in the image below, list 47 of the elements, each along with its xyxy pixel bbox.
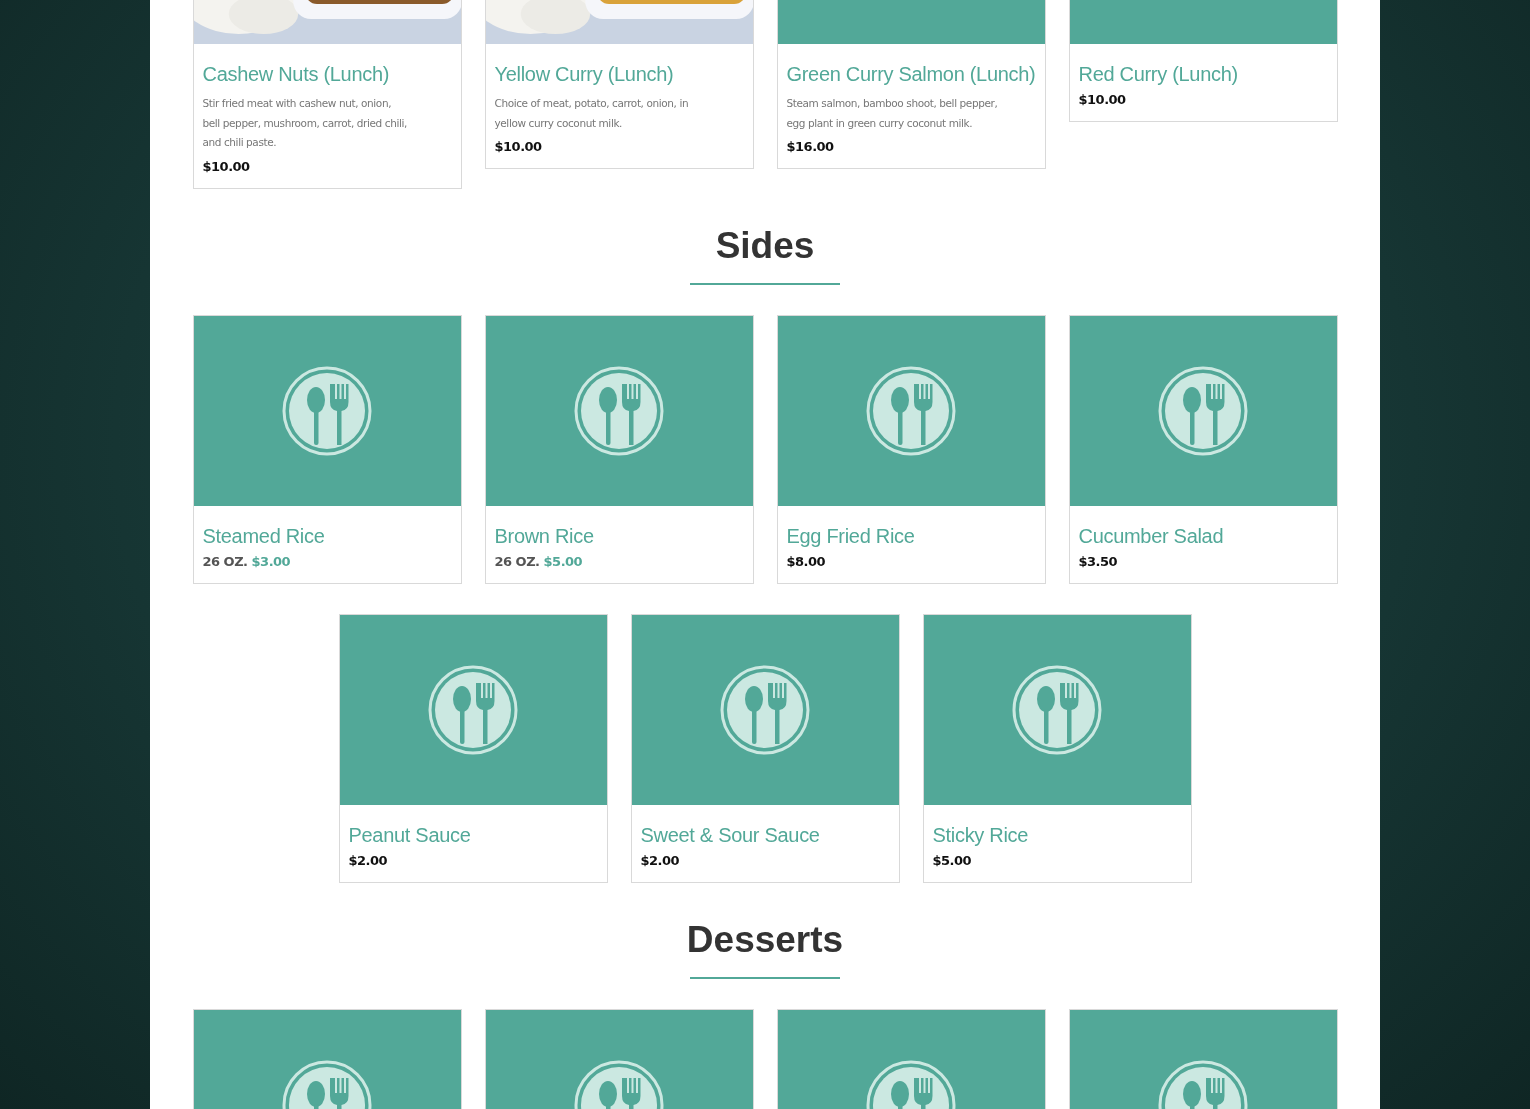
item-name: Yellow Curry (Lunch) [494,62,675,86]
spoon-fork-icon [1158,365,1248,456]
menu-card[interactable]: Steamed Rice 26 OZ. $3.00 [192,314,462,584]
item-price: $2.00 [640,852,680,868]
menu-card[interactable]: Egg Fried Rice $8.00 [776,314,1046,584]
item-price: $16.00 [786,139,834,154]
item-size: 26 OZ. [202,553,248,569]
menu-card[interactable]: Cucumber Salad $3.50 [1068,314,1338,584]
spoon-fork-icon [720,664,810,755]
menu-card[interactable]: Peanut Sauce $2.00 [338,613,608,883]
item-description: Steam salmon, bamboo shoot, bell pepper, egg plant in green curry coconut milk. [786,96,999,131]
item-name: Cashew Nuts (Lunch) [202,62,391,86]
spoon-fork-icon [574,365,664,456]
menu-card[interactable]: Yellow Curry (Lunch) Choice of meat, potato, carrot, onion, in yellow curry coconut milk. $10.00 [484,0,754,169]
spoon-fork-icon [282,365,372,456]
item-name: Brown Rice [494,523,595,548]
item-size: 26 OZ. [494,553,540,569]
item-price: $3.00 [251,553,291,569]
menu-card[interactable]: Green Curry Salmon (Lunch) Steam salmon, bamboo shoot, bell pepper, egg plant in green curry coconut milk. $16.00 [776,0,1046,169]
item-description: Choice of meat, potato, carrot, onion, in yellow curry coconut milk. [494,96,690,131]
item-description: Stir fried meat with cashew nut, onion, bell pepper, mushroom, carrot, dried chili, and chili paste. [202,96,408,150]
item-price: $5.00 [543,553,583,569]
menu-card[interactable]: Cashew Nuts (Lunch) Stir fried meat with cashew nut, onion, bell pepper, mushroom, carrot, dried chili, and chili paste. $10.00 [192,0,462,189]
item-name: Sticky Rice [932,822,1030,847]
menu-card[interactable]: Brown Rice 26 OZ. $5.00 [484,314,754,584]
spoon-fork-icon [428,664,518,755]
spoon-fork-icon [866,365,956,456]
menu-card[interactable]: Sweet & Sour Sauce $2.00 [630,613,900,883]
item-price: $10.00 [202,158,250,174]
menu-card[interactable]: Sticky Rice $5.00 [922,613,1192,883]
section-heading: Desserts [686,918,844,961]
item-price: $5.00 [932,852,972,868]
item-name: Red Curry (Lunch) [1078,62,1239,86]
item-name: Peanut Sauce [348,822,472,847]
item-price: $10.00 [1078,92,1126,107]
item-name: Steamed Rice [202,523,326,548]
item-name: Cucumber Salad [1078,523,1225,548]
item-name: Sweet & Sour Sauce [640,822,821,847]
item-price: $3.50 [1078,553,1118,569]
spoon-fork-icon [1012,664,1102,755]
menu-card[interactable]: Red Curry (Lunch) $10.00 [1068,0,1338,122]
item-price: $2.00 [348,852,388,868]
item-name: Green Curry Salmon (Lunch) [786,62,1036,86]
item-price: $8.00 [786,553,826,569]
item-price: $10.00 [494,139,542,154]
section-heading: Sides [715,224,815,267]
item-name: Egg Fried Rice [786,523,916,548]
